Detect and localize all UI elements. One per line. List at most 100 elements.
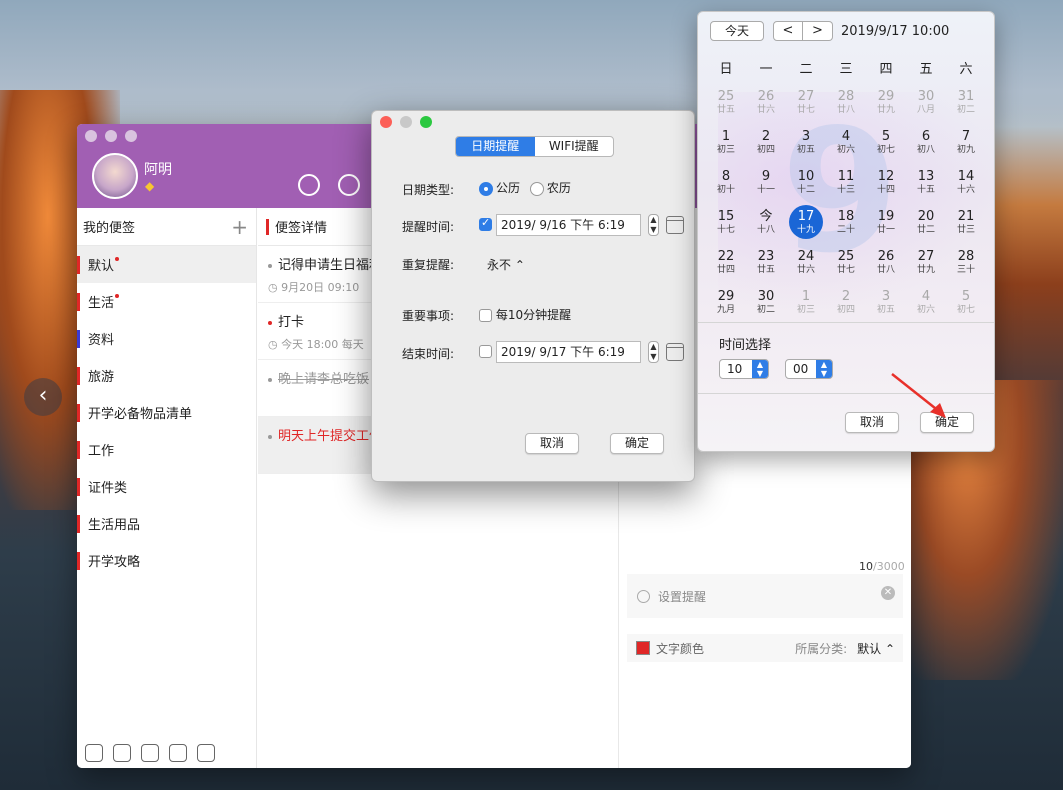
calendar-day[interactable]: 11 十三	[826, 170, 866, 210]
calendar-day[interactable]: 27 廿七	[786, 90, 826, 130]
calendar-day[interactable]: 20 廿二	[906, 210, 946, 250]
clock-icon[interactable]	[298, 174, 320, 196]
prev-month-button[interactable]: <	[773, 21, 803, 41]
calendar-icon[interactable]	[666, 216, 684, 234]
calendar-day[interactable]: 29 九月	[706, 290, 746, 330]
lunar-radio[interactable]: 农历	[529, 181, 571, 196]
calendar-day[interactable]: 27 廿九	[906, 250, 946, 290]
calendar-toolbar: 今天 < > 2019/9/17 10:00	[710, 21, 949, 41]
repeat-select[interactable]: 永不 ⌃	[487, 256, 525, 273]
add-category-icon[interactable]: +	[231, 215, 248, 239]
sidebar-item[interactable]: 旅游	[77, 357, 256, 394]
calendar-day[interactable]: 23 廿五	[746, 250, 786, 290]
set-reminder-row[interactable]: 设置提醒 ✕	[627, 574, 903, 618]
calendar-day[interactable]: 29 廿九	[866, 90, 906, 130]
lunar-day: 十四	[876, 185, 895, 195]
calendar-day[interactable]: 6 初八	[906, 130, 946, 170]
important-checkbox[interactable]: 每10分钟提醒	[479, 306, 571, 323]
remind-time-stepper[interactable]: ▲ ▼	[648, 214, 659, 236]
category-list: 默认 生活 资料 旅游 开学必备物品清单 工作 证件类 生活用品 开学攻略	[77, 246, 256, 579]
lunar-day: 廿六	[756, 105, 775, 115]
calendar-day[interactable]: 9 十一	[746, 170, 786, 210]
clear-reminder-icon[interactable]: ✕	[881, 586, 895, 600]
calendar-day[interactable]: 14 十六	[946, 170, 986, 210]
lock-icon[interactable]	[85, 744, 103, 762]
calendar-day[interactable]: 3 初五	[866, 290, 906, 330]
calendar-day[interactable]: 5 初七	[946, 290, 986, 330]
cloud-download-icon[interactable]	[169, 744, 187, 762]
tab-wifi-reminder[interactable]: WIFI提醒	[535, 137, 614, 156]
calendar-day[interactable]: 13 十五	[906, 170, 946, 210]
calendar-day[interactable]: 17 十九	[786, 205, 826, 250]
calendar-day[interactable]: 19 廿一	[866, 210, 906, 250]
sidebar-item[interactable]: 证件类	[77, 468, 256, 505]
lunar-day: 初十	[716, 185, 735, 195]
calendar-day[interactable]: 10 十二	[786, 170, 826, 210]
lunar-day: 廿八	[836, 105, 855, 115]
calendar-day[interactable]: 12 十四	[866, 170, 906, 210]
calendar-day[interactable]: 15 十七	[706, 210, 746, 250]
calendar-day[interactable]: 3 初五	[786, 130, 826, 170]
avatar[interactable]	[92, 153, 138, 199]
close-button[interactable]	[85, 130, 97, 142]
calendar-day[interactable]: 8 初十	[706, 170, 746, 210]
calendar-day[interactable]: 1 初三	[706, 130, 746, 170]
today-button[interactable]: 今天	[710, 21, 764, 41]
sidebar-item[interactable]: 默认	[77, 246, 256, 283]
sidebar-item[interactable]: 开学必备物品清单	[77, 394, 256, 431]
category-select[interactable]: 所属分类: 默认 ⌃	[795, 640, 895, 657]
close-button[interactable]	[380, 116, 392, 128]
calendar-icon[interactable]	[666, 343, 684, 361]
next-month-button[interactable]: >	[803, 21, 833, 41]
calendar-day[interactable]: 31 初二	[946, 90, 986, 130]
minimize-button[interactable]	[400, 116, 412, 128]
calendar-day[interactable]: 21 廿三	[946, 210, 986, 250]
calendar-day[interactable]: 24 廿六	[786, 250, 826, 290]
diamond-icon[interactable]	[141, 744, 159, 762]
end-time-checkbox[interactable]	[479, 345, 492, 358]
zoom-button[interactable]	[420, 116, 432, 128]
remind-time-checkbox[interactable]	[479, 216, 492, 231]
dialog-cancel-button[interactable]: 取消	[525, 433, 579, 454]
end-time-stepper[interactable]: ▲ ▼	[648, 341, 659, 363]
day-number: 25	[717, 89, 735, 104]
sidebar-item[interactable]: 生活用品	[77, 505, 256, 542]
users-icon[interactable]	[113, 744, 131, 762]
minimize-button[interactable]	[105, 130, 117, 142]
search-icon[interactable]	[338, 174, 360, 196]
sidebar-item[interactable]: 生活	[77, 283, 256, 320]
dialog-ok-button[interactable]: 确定	[610, 433, 664, 454]
calendar-day[interactable]: 30 八月	[906, 90, 946, 130]
text-color-swatch[interactable]	[636, 641, 650, 655]
sidebar-item[interactable]: 开学攻略	[77, 542, 256, 579]
remind-time-field[interactable]: 2019/ 9/16 下午 6:19	[496, 214, 641, 236]
calendar-day[interactable]: 4 初六	[826, 130, 866, 170]
calendar-day[interactable]: 28 三十	[946, 250, 986, 290]
settings-icon[interactable]	[197, 744, 215, 762]
lunar-day: 廿三	[956, 225, 975, 235]
tab-date-reminder[interactable]: 日期提醒	[456, 137, 535, 156]
calendar-day[interactable]: 今十八	[746, 210, 786, 250]
calendar-day[interactable]: 4 初六	[906, 290, 946, 330]
calendar-day[interactable]: 2 初四	[746, 130, 786, 170]
calendar-day[interactable]: 7 初九	[946, 130, 986, 170]
calendar-day[interactable]: 28 廿八	[826, 90, 866, 130]
chevron-left-icon[interactable]: ‹	[24, 378, 62, 416]
calendar-day[interactable]: 22 廿四	[706, 250, 746, 290]
hour-select[interactable]: 10 ▲ ▼	[719, 359, 769, 379]
calendar-day[interactable]: 30 初二	[746, 290, 786, 330]
calendar-day[interactable]: 1 初三	[786, 290, 826, 330]
calendar-day[interactable]: 25 廿七	[826, 250, 866, 290]
solar-radio[interactable]: 公历	[479, 181, 520, 196]
zoom-button[interactable]	[125, 130, 137, 142]
calendar-day[interactable]: 25 廿五	[706, 90, 746, 130]
calendar-day[interactable]: 18 二十	[826, 210, 866, 250]
minute-select[interactable]: 00 ▲ ▼	[785, 359, 833, 379]
calendar-day[interactable]: 2 初四	[826, 290, 866, 330]
sidebar-item[interactable]: 工作	[77, 431, 256, 468]
calendar-day[interactable]: 26 廿八	[866, 250, 906, 290]
calendar-day[interactable]: 26 廿六	[746, 90, 786, 130]
sidebar-item[interactable]: 资料	[77, 320, 256, 357]
end-time-field[interactable]: 2019/ 9/17 下午 6:19	[496, 341, 641, 363]
calendar-day[interactable]: 5 初七	[866, 130, 906, 170]
